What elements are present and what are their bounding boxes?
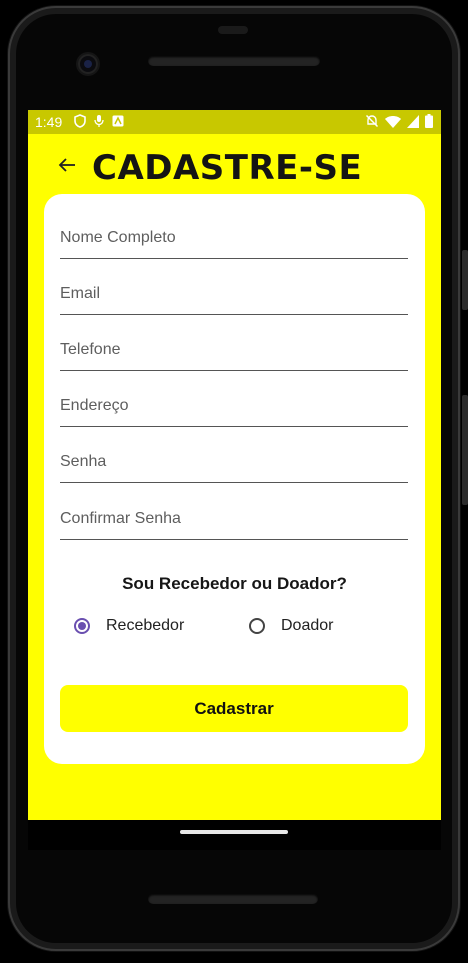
address-input[interactable] bbox=[60, 386, 408, 426]
page-title: CADASTRE-SE bbox=[92, 148, 363, 188]
password-input[interactable] bbox=[60, 442, 408, 482]
full-name-input[interactable] bbox=[60, 218, 408, 258]
radio-option-recebedor[interactable]: Recebedor bbox=[74, 617, 184, 635]
wifi-icon bbox=[385, 115, 401, 131]
password-field bbox=[60, 442, 408, 483]
email-input[interactable] bbox=[60, 274, 408, 314]
radio-unselected-icon[interactable] bbox=[249, 618, 265, 634]
confirm-password-input[interactable] bbox=[60, 499, 408, 539]
phone-input[interactable] bbox=[60, 330, 408, 370]
front-camera bbox=[78, 54, 98, 74]
signup-form-card: Sou Recebedor ou Doador? Recebedor Doado… bbox=[44, 194, 425, 764]
signal-icon bbox=[407, 114, 419, 131]
bottom-speaker bbox=[148, 894, 318, 904]
address-field bbox=[60, 386, 408, 427]
battery-icon bbox=[425, 114, 433, 131]
mute-icon bbox=[365, 114, 379, 131]
app-screen: 1:49 CADASTRE-SE Nome Completo Email Tel… bbox=[28, 110, 441, 820]
mic-icon bbox=[94, 114, 104, 131]
home-indicator[interactable] bbox=[180, 830, 288, 834]
earpiece-speaker bbox=[148, 56, 320, 66]
role-question: Sou Recebedor ou Doador? bbox=[122, 574, 347, 593]
top-sensor bbox=[218, 26, 248, 34]
status-time: 1:49 bbox=[35, 114, 63, 130]
phone-field bbox=[60, 330, 408, 371]
accessibility-icon bbox=[112, 114, 124, 130]
submit-button[interactable]: Cadastrar bbox=[60, 685, 408, 732]
phone-frame: 1:49 CADASTRE-SE Nome Completo Email Tel… bbox=[0, 0, 468, 963]
arrow-back-icon bbox=[58, 157, 76, 177]
status-bar: 1:49 bbox=[28, 110, 441, 134]
radio-selected-icon[interactable] bbox=[74, 618, 90, 634]
email-field bbox=[60, 274, 408, 315]
radio-label-recebedor: Recebedor bbox=[106, 617, 185, 634]
radio-option-doador[interactable]: Doador bbox=[249, 617, 333, 635]
app-bar: CADASTRE-SE bbox=[28, 134, 441, 192]
radio-label-doador: Doador bbox=[281, 617, 334, 634]
navigation-bar bbox=[28, 820, 441, 850]
confirm-password-field bbox=[60, 499, 408, 540]
power-button bbox=[462, 250, 468, 310]
full-name-field bbox=[60, 218, 408, 259]
volume-button bbox=[462, 395, 468, 505]
back-button[interactable] bbox=[56, 156, 78, 178]
shield-icon bbox=[74, 113, 87, 131]
